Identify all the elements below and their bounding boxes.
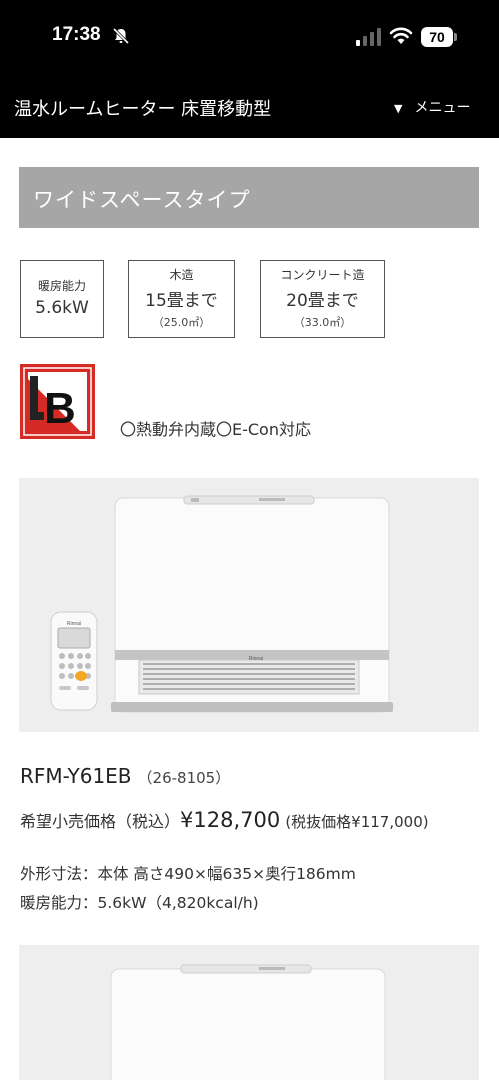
spec-label: 木造 — [169, 268, 194, 282]
spec-heating-capacity: 暖房能力 5.6kW — [20, 260, 104, 338]
status-time: 17:38 — [52, 24, 101, 45]
signal-icon — [356, 28, 381, 46]
badge-letter: B — [44, 384, 76, 433]
page-title: 温水ルームヒーター 床置移動型 — [14, 99, 272, 120]
product-image-next[interactable] — [19, 945, 479, 1080]
menu-button[interactable]: ▼ メニュー — [394, 97, 470, 117]
price-label: 希望小売価格（税込） — [20, 812, 181, 831]
lb-logo: B — [20, 364, 95, 439]
chevron-down-icon: ▼ — [394, 102, 403, 115]
wifi-icon — [389, 27, 413, 44]
model-code: （26-8105） — [137, 769, 231, 787]
spec-note: （25.0㎡） — [152, 316, 211, 329]
heater-illustration-next — [110, 964, 386, 1080]
product-image[interactable]: Rinnai Rinnai — [19, 478, 479, 732]
price-row: 希望小売価格（税込）¥128,700 (税抜価格¥117,000) — [20, 808, 429, 832]
price-value: ¥128,700 — [180, 808, 281, 832]
product-model: RFM-Y61EB （26-8105） — [20, 764, 230, 788]
spec-wooden: 木造 15畳まで （25.0㎡） — [128, 260, 235, 338]
battery-indicator: 70 — [421, 27, 457, 47]
spec-concrete: コンクリート造 20畳まで （33.0㎡） — [260, 260, 385, 338]
heater-unit: Rinnai — [111, 495, 393, 713]
heater-brand: Rinnai — [249, 656, 263, 662]
lb-logo-icon: B — [20, 364, 95, 439]
status-bar: 17:38 70 — [0, 0, 499, 75]
price-excl-tax: (税抜価格¥117,000) — [285, 813, 429, 831]
spec-label: コンクリート造 — [280, 268, 365, 282]
feature-list: 〇熱動弁内蔵〇E-Con対応 — [120, 420, 311, 439]
section-title: ワイドスペースタイプ — [19, 167, 479, 228]
battery-cap — [454, 33, 457, 41]
remote-control: Rinnai — [50, 611, 98, 711]
spec-value: 20畳まで — [286, 291, 359, 311]
spec-note: （33.0㎡） — [293, 316, 352, 329]
product-heating: 暖房能力：5.6kW（4,820kcal/h) — [20, 894, 259, 912]
spec-value: 15畳まで — [145, 291, 218, 311]
product-dimensions: 外形寸法：本体 高さ490×幅635×奥行186mm — [20, 865, 356, 883]
spec-value: 5.6kW — [35, 298, 89, 318]
spec-label: 暖房能力 — [37, 279, 86, 293]
remote-brand: Rinnai — [67, 621, 81, 627]
site-header: 温水ルームヒーター 床置移動型 ▼ メニュー — [0, 75, 499, 138]
bell-muted-icon — [112, 27, 130, 45]
menu-label: メニュー — [414, 100, 471, 116]
battery-level: 70 — [421, 27, 453, 47]
model-number: RFM-Y61EB — [20, 764, 132, 788]
heater-illustration: Rinnai Rinnai — [50, 495, 393, 713]
